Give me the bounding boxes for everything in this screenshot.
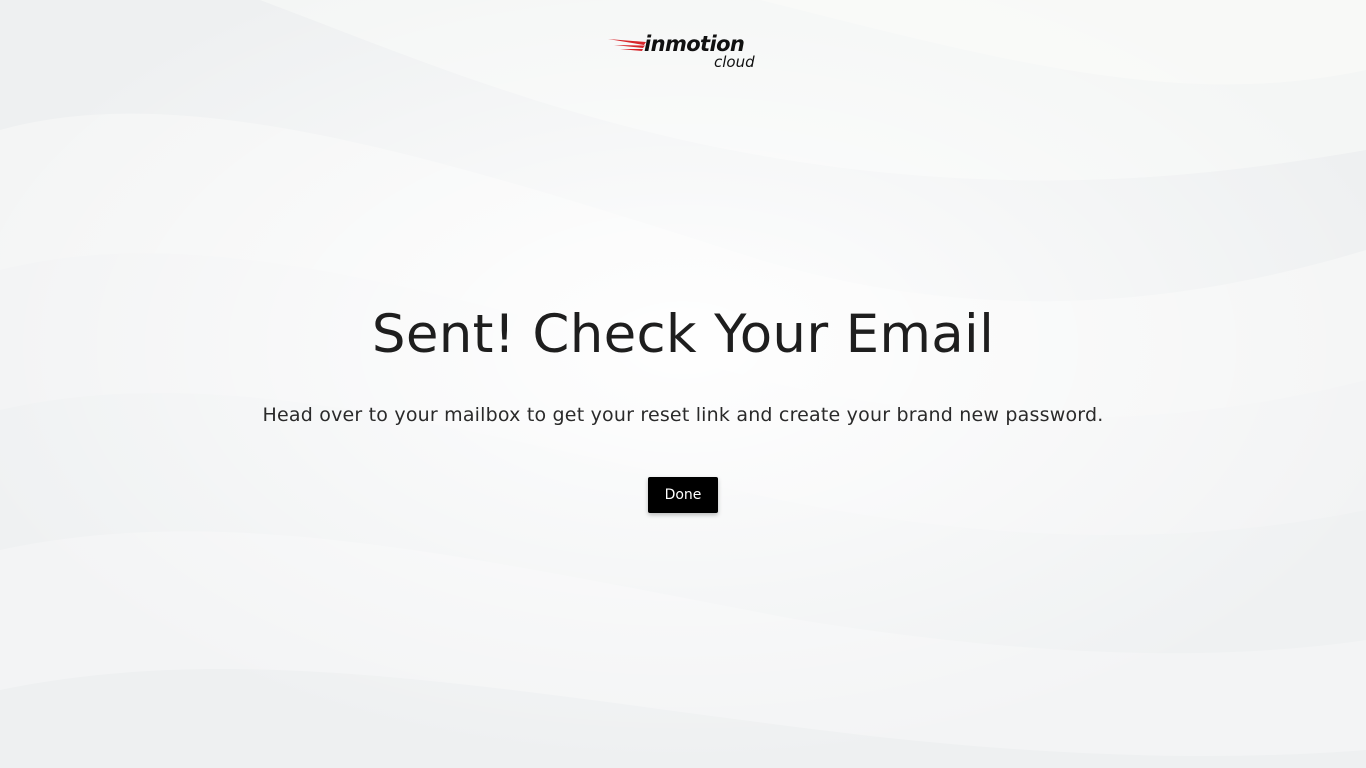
confirmation-message: Head over to your mailbox to get your re…: [262, 404, 1104, 426]
page-title: Sent! Check Your Email: [371, 304, 995, 365]
confirmation-panel: Sent! Check Your Email Head over to your…: [0, 0, 1366, 768]
done-button[interactable]: Done: [648, 477, 718, 513]
